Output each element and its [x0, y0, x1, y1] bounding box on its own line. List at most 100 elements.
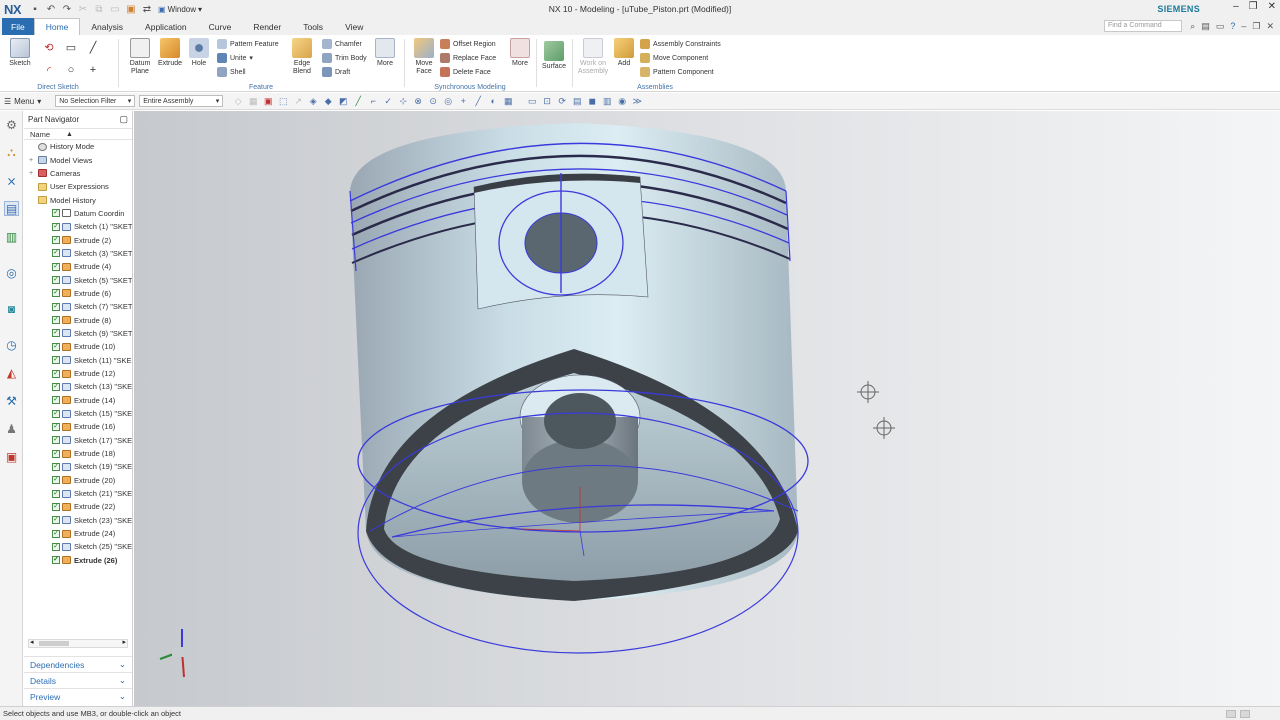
maximize-icon[interactable]: ▢	[119, 114, 128, 125]
tree-item[interactable]: ✓ Sketch (1) "SKET	[24, 220, 132, 233]
feature-select-icon[interactable]: ◈	[308, 96, 318, 106]
work-on-assembly-button[interactable]: Work on Assembly	[576, 38, 610, 76]
touch-mode-icon[interactable]: ⇄	[140, 2, 154, 16]
shell-button[interactable]: Shell	[217, 66, 246, 78]
visibility-checkbox[interactable]: ✓	[52, 449, 60, 458]
visibility-checkbox[interactable]: ✓	[52, 262, 60, 271]
manufacturing-wizards-icon[interactable]: ⚒	[4, 393, 19, 408]
visibility-checkbox[interactable]: ✓	[52, 302, 60, 311]
visibility-checkbox[interactable]: ✓	[52, 342, 60, 351]
tree-item[interactable]: ✓ Extrude (4)	[24, 260, 132, 273]
restore-icon[interactable]: ❐	[1249, 1, 1258, 12]
delete-face-button[interactable]: Delete Face	[440, 66, 491, 78]
add-component-button[interactable]: Add	[612, 38, 636, 68]
tab-home[interactable]: Home	[33, 18, 81, 35]
save-icon[interactable]: ▪	[28, 2, 42, 16]
tab-application[interactable]: Application	[134, 18, 198, 35]
tree-item[interactable]: ✓ Extrude (24)	[24, 527, 132, 540]
visibility-checkbox[interactable]: ✓	[52, 529, 60, 538]
tree-item[interactable]: Model History	[24, 193, 132, 206]
hole-button[interactable]: Hole	[186, 38, 212, 68]
point-on-face-icon[interactable]: ◐	[488, 96, 498, 106]
visibility-checkbox[interactable]: ✓	[52, 409, 60, 418]
tree-item[interactable]: ✓ Sketch (25) "SKE	[24, 540, 132, 553]
datum-plane-button[interactable]: Datum Plane	[126, 38, 154, 76]
process-studio-icon[interactable]: ◭	[4, 365, 19, 380]
status-right-icon[interactable]	[1240, 710, 1250, 718]
hd3d-tools-icon[interactable]: ◎	[4, 265, 19, 280]
draft-button[interactable]: Draft	[322, 66, 350, 78]
tree-item[interactable]: ✓ Extrude (2)	[24, 233, 132, 246]
arc-icon[interactable]: ◜	[42, 63, 56, 77]
midpoint-icon[interactable]: ✓	[383, 96, 393, 106]
horizontal-scrollbar[interactable]: ◂ ▸	[28, 639, 128, 648]
tree-item[interactable]: ✓ Datum Coordin	[24, 207, 132, 220]
visibility-checkbox[interactable]: ✓	[52, 422, 60, 431]
tab-file[interactable]: File	[2, 18, 34, 35]
bounded-grid-icon[interactable]: ▦	[503, 96, 513, 106]
profile-icon[interactable]: ⟲	[42, 40, 56, 54]
part-navigator-icon[interactable]: ▤	[4, 201, 19, 216]
extrude-button[interactable]: Extrude	[156, 38, 184, 68]
tree-item[interactable]: ✓ Sketch (11) "SKE	[24, 354, 132, 367]
visibility-checkbox[interactable]: ✓	[52, 209, 60, 218]
select-all-icon[interactable]: ▣	[263, 96, 273, 106]
lasso-icon[interactable]: ↗	[293, 96, 303, 106]
edit-section-icon[interactable]: ◉	[617, 96, 627, 106]
tab-tools[interactable]: Tools	[292, 18, 334, 35]
section-dependencies[interactable]: Dependencies ⌄	[24, 656, 132, 672]
intersection-icon[interactable]: ⊗	[413, 96, 423, 106]
tree-item[interactable]: ✓ Extrude (14)	[24, 394, 132, 407]
line-icon[interactable]: ╱	[86, 40, 100, 54]
view-triad-icon[interactable]	[159, 629, 185, 678]
find-command-input[interactable]: Find a Command	[1104, 20, 1182, 32]
existing-point-icon[interactable]: +	[458, 96, 468, 106]
arc-center-icon[interactable]: ⊙	[428, 96, 438, 106]
tree-item[interactable]: ✓ Sketch (15) "SKE	[24, 407, 132, 420]
tree-item[interactable]: ✓ Sketch (7) "SKET	[24, 300, 132, 313]
column-header-name[interactable]: Name ▲	[24, 128, 132, 140]
unite-button[interactable]: Unite ▾	[217, 52, 253, 64]
tree-item[interactable]: User Expressions	[24, 180, 132, 193]
tree-item[interactable]: ✓ Extrude (8)	[24, 313, 132, 326]
tree-item[interactable]: + Cameras	[24, 167, 132, 180]
tab-curve[interactable]: Curve	[198, 18, 243, 35]
tree-item[interactable]: ✓ Sketch (9) "SKET	[24, 327, 132, 340]
zoom-icon[interactable]: ⊡	[542, 96, 552, 106]
visibility-checkbox[interactable]: ✓	[52, 369, 60, 378]
assembly-constraints-button[interactable]: Assembly Constraints	[640, 38, 721, 50]
close-icon[interactable]: ✕	[1268, 1, 1276, 12]
sketch-button[interactable]: Sketch	[6, 38, 34, 68]
tree-item[interactable]: ✓ Extrude (12)	[24, 367, 132, 380]
ribbon-options-icon[interactable]: ▤	[1201, 21, 1210, 32]
visibility-checkbox[interactable]: ✓	[52, 516, 60, 525]
reuse-library-icon[interactable]: ▥	[4, 229, 19, 244]
point-on-curve-icon[interactable]: ╱	[473, 96, 483, 106]
restore-doc-icon[interactable]: ❐	[1252, 21, 1260, 32]
visibility-checkbox[interactable]: ✓	[52, 396, 60, 405]
tab-view[interactable]: View	[334, 18, 374, 35]
visibility-checkbox[interactable]: ✓	[52, 329, 60, 338]
tree-item[interactable]: ✓ Sketch (5) "SKET	[24, 273, 132, 286]
pattern-feature-button[interactable]: Pattern Feature	[217, 38, 279, 50]
visibility-checkbox[interactable]: ✓	[52, 542, 60, 551]
visibility-checkbox[interactable]: ✓	[52, 462, 60, 471]
tree-item[interactable]: ✓ Sketch (3) "SKET	[24, 247, 132, 260]
visibility-checkbox[interactable]: ✓	[52, 489, 60, 498]
offset-region-button[interactable]: Offset Region	[440, 38, 496, 50]
tree-item[interactable]: ✓ Extrude (20)	[24, 474, 132, 487]
rotate-icon[interactable]: ⟳	[557, 96, 567, 106]
settings-icon[interactable]: ⚙	[4, 117, 19, 132]
quadrant-icon[interactable]: ◎	[443, 96, 453, 106]
graphics-window[interactable]	[134, 111, 1280, 706]
tree-item[interactable]: ✓ Extrude (18)	[24, 447, 132, 460]
visibility-checkbox[interactable]: ✓	[52, 436, 60, 445]
system-scenes-icon[interactable]: ▣	[4, 449, 19, 464]
expand-icon[interactable]: +	[29, 170, 37, 177]
render-style-icon[interactable]: ◼	[587, 96, 597, 106]
visibility-checkbox[interactable]: ✓	[52, 316, 60, 325]
visibility-checkbox[interactable]: ✓	[52, 222, 60, 231]
cut-icon[interactable]: ✂	[76, 2, 90, 16]
tab-analysis[interactable]: Analysis	[80, 18, 134, 35]
tree-item[interactable]: ✓ Extrude (26)	[24, 554, 132, 567]
